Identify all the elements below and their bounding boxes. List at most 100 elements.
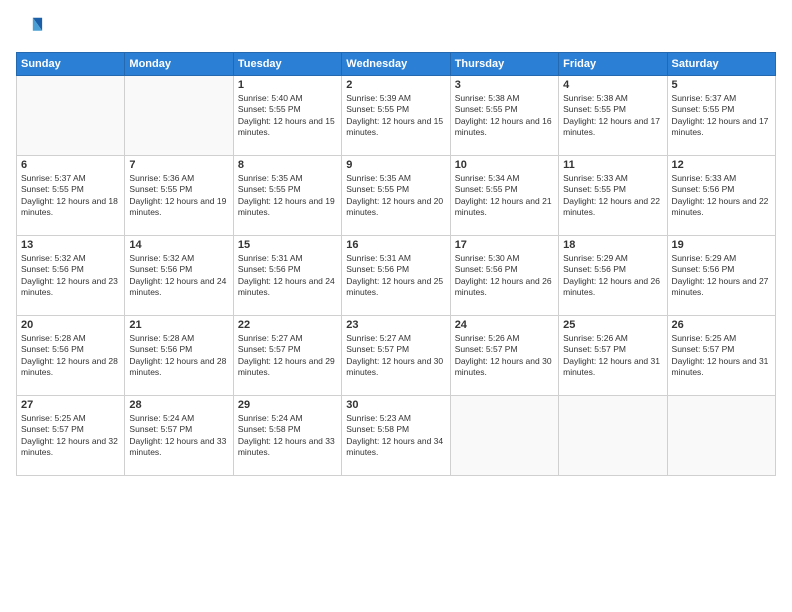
day-number: 6 <box>21 159 120 171</box>
calendar-cell: 10Sunrise: 5:34 AMSunset: 5:55 PMDayligh… <box>450 156 558 236</box>
day-info: Sunrise: 5:40 AMSunset: 5:55 PMDaylight:… <box>238 93 337 139</box>
weekday-header-wednesday: Wednesday <box>342 53 450 76</box>
day-number: 17 <box>455 239 554 251</box>
week-row-3: 13 Sunrise: 5:32 AMSunset: 5:56 PMDayligh… <box>17 236 776 316</box>
day-number: 18 <box>563 239 662 251</box>
day-info: Sunrise: 5:36 AMSunset: 5:55 PMDaylight:… <box>129 173 228 219</box>
day-info: Sunrise: 5:24 AMSunset: 5:57 PMDaylight:… <box>129 413 228 459</box>
calendar-cell: 11 Sunrise: 5:33 AMSunset: 5:55 PMDayligh… <box>559 156 667 236</box>
calendar-cell: 27 Sunrise: 5:25 AMSunset: 5:57 PMDayligh… <box>17 396 125 476</box>
day-info: Sunrise: 5:31 AMSunset: 5:56 PMDaylight:… <box>346 253 445 299</box>
calendar-cell: 5 Sunrise: 5:37 AMSunset: 5:55 PMDaylight… <box>667 76 775 156</box>
calendar-cell: 25 Sunrise: 5:26 AMSunset: 5:57 PMDayligh… <box>559 316 667 396</box>
calendar-cell: 12 Sunrise: 5:33 AMSunset: 5:56 PMDayligh… <box>667 156 775 236</box>
day-number: 24 <box>455 319 554 331</box>
calendar-cell: 17 Sunrise: 5:30 AMSunset: 5:56 PMDayligh… <box>450 236 558 316</box>
day-number: 27 <box>21 399 120 411</box>
day-info: Sunrise: 5:27 AMSunset: 5:57 PMDaylight:… <box>346 333 445 379</box>
logo-icon <box>16 14 44 42</box>
day-number: 23 <box>346 319 445 331</box>
day-info: Sunrise: 5:33 AMSunset: 5:56 PMDaylight:… <box>672 173 771 219</box>
day-number: 1 <box>238 79 337 91</box>
day-info: Sunrise: 5:23 AMSunset: 5:58 PMDaylight:… <box>346 413 445 459</box>
day-number: 2 <box>346 79 445 91</box>
day-number: 26 <box>672 319 771 331</box>
calendar-cell: 23 Sunrise: 5:27 AMSunset: 5:57 PMDayligh… <box>342 316 450 396</box>
day-info: Sunrise: 5:29 AMSunset: 5:56 PMDaylight:… <box>563 253 662 299</box>
week-row-1: 1 Sunrise: 5:40 AMSunset: 5:55 PMDaylight… <box>17 76 776 156</box>
day-info: Sunrise: 5:38 AMSunset: 5:55 PMDaylight:… <box>455 93 554 139</box>
calendar-cell: 29 Sunrise: 5:24 AMSunset: 5:58 PMDayligh… <box>233 396 341 476</box>
day-number: 13 <box>21 239 120 251</box>
calendar-cell: 26 Sunrise: 5:25 AMSunset: 5:57 PMDayligh… <box>667 316 775 396</box>
calendar-cell: 2Sunrise: 5:39 AMSunset: 5:55 PMDaylight… <box>342 76 450 156</box>
calendar-cell: 4Sunrise: 5:38 AMSunset: 5:55 PMDaylight… <box>559 76 667 156</box>
day-info: Sunrise: 5:26 AMSunset: 5:57 PMDaylight:… <box>563 333 662 379</box>
calendar-cell: 13 Sunrise: 5:32 AMSunset: 5:56 PMDayligh… <box>17 236 125 316</box>
week-row-2: 6 Sunrise: 5:37 AMSunset: 5:55 PMDaylight… <box>17 156 776 236</box>
weekday-header-row: SundayMondayTuesdayWednesdayThursdayFrid… <box>17 53 776 76</box>
calendar-cell: 24 Sunrise: 5:26 AMSunset: 5:57 PMDayligh… <box>450 316 558 396</box>
weekday-header-monday: Monday <box>125 53 233 76</box>
calendar-cell: 21 Sunrise: 5:28 AMSunset: 5:56 PMDayligh… <box>125 316 233 396</box>
day-info: Sunrise: 5:25 AMSunset: 5:57 PMDaylight:… <box>672 333 771 379</box>
day-number: 15 <box>238 239 337 251</box>
calendar-cell <box>450 396 558 476</box>
day-number: 29 <box>238 399 337 411</box>
day-info: Sunrise: 5:25 AMSunset: 5:57 PMDaylight:… <box>21 413 120 459</box>
day-number: 20 <box>21 319 120 331</box>
calendar-cell <box>559 396 667 476</box>
weekday-header-tuesday: Tuesday <box>233 53 341 76</box>
day-info: Sunrise: 5:29 AMSunset: 5:56 PMDaylight:… <box>672 253 771 299</box>
calendar-cell: 9Sunrise: 5:35 AMSunset: 5:55 PMDaylight… <box>342 156 450 236</box>
page: SundayMondayTuesdayWednesdayThursdayFrid… <box>0 0 792 612</box>
calendar-table: SundayMondayTuesdayWednesdayThursdayFrid… <box>16 52 776 476</box>
header <box>16 14 776 42</box>
day-info: Sunrise: 5:28 AMSunset: 5:56 PMDaylight:… <box>129 333 228 379</box>
day-number: 28 <box>129 399 228 411</box>
weekday-header-thursday: Thursday <box>450 53 558 76</box>
day-number: 8 <box>238 159 337 171</box>
day-info: Sunrise: 5:35 AMSunset: 5:55 PMDaylight:… <box>238 173 337 219</box>
calendar-cell: 19 Sunrise: 5:29 AMSunset: 5:56 PMDayligh… <box>667 236 775 316</box>
weekday-header-sunday: Sunday <box>17 53 125 76</box>
day-number: 12 <box>672 159 771 171</box>
day-number: 30 <box>346 399 445 411</box>
day-info: Sunrise: 5:31 AMSunset: 5:56 PMDaylight:… <box>238 253 337 299</box>
week-row-4: 20 Sunrise: 5:28 AMSunset: 5:56 PMDayligh… <box>17 316 776 396</box>
day-info: Sunrise: 5:30 AMSunset: 5:56 PMDaylight:… <box>455 253 554 299</box>
day-number: 16 <box>346 239 445 251</box>
day-number: 11 <box>563 159 662 171</box>
day-number: 21 <box>129 319 228 331</box>
day-info: Sunrise: 5:37 AMSunset: 5:55 PMDaylight:… <box>21 173 120 219</box>
day-number: 25 <box>563 319 662 331</box>
day-number: 14 <box>129 239 228 251</box>
calendar-cell: 6 Sunrise: 5:37 AMSunset: 5:55 PMDaylight… <box>17 156 125 236</box>
calendar-cell: 3 Sunrise: 5:38 AMSunset: 5:55 PMDaylight… <box>450 76 558 156</box>
day-info: Sunrise: 5:35 AMSunset: 5:55 PMDaylight:… <box>346 173 445 219</box>
calendar-cell <box>667 396 775 476</box>
day-number: 3 <box>455 79 554 91</box>
weekday-header-friday: Friday <box>559 53 667 76</box>
day-number: 4 <box>563 79 662 91</box>
calendar-cell: 7 Sunrise: 5:36 AMSunset: 5:55 PMDaylight… <box>125 156 233 236</box>
day-number: 19 <box>672 239 771 251</box>
day-number: 5 <box>672 79 771 91</box>
calendar-cell: 22 Sunrise: 5:27 AMSunset: 5:57 PMDayligh… <box>233 316 341 396</box>
day-number: 7 <box>129 159 228 171</box>
day-info: Sunrise: 5:32 AMSunset: 5:56 PMDaylight:… <box>21 253 120 299</box>
logo <box>16 14 48 42</box>
day-number: 22 <box>238 319 337 331</box>
day-info: Sunrise: 5:26 AMSunset: 5:57 PMDaylight:… <box>455 333 554 379</box>
calendar-cell: 28 Sunrise: 5:24 AMSunset: 5:57 PMDayligh… <box>125 396 233 476</box>
calendar-cell: 20Sunrise: 5:28 AMSunset: 5:56 PMDayligh… <box>17 316 125 396</box>
day-info: Sunrise: 5:24 AMSunset: 5:58 PMDaylight:… <box>238 413 337 459</box>
day-info: Sunrise: 5:27 AMSunset: 5:57 PMDaylight:… <box>238 333 337 379</box>
calendar-cell: 16 Sunrise: 5:31 AMSunset: 5:56 PMDayligh… <box>342 236 450 316</box>
day-info: Sunrise: 5:33 AMSunset: 5:55 PMDaylight:… <box>563 173 662 219</box>
calendar-cell: 14Sunrise: 5:32 AMSunset: 5:56 PMDayligh… <box>125 236 233 316</box>
calendar-cell: 15 Sunrise: 5:31 AMSunset: 5:56 PMDayligh… <box>233 236 341 316</box>
weekday-header-saturday: Saturday <box>667 53 775 76</box>
day-info: Sunrise: 5:34 AMSunset: 5:55 PMDaylight:… <box>455 173 554 219</box>
day-info: Sunrise: 5:37 AMSunset: 5:55 PMDaylight:… <box>672 93 771 139</box>
